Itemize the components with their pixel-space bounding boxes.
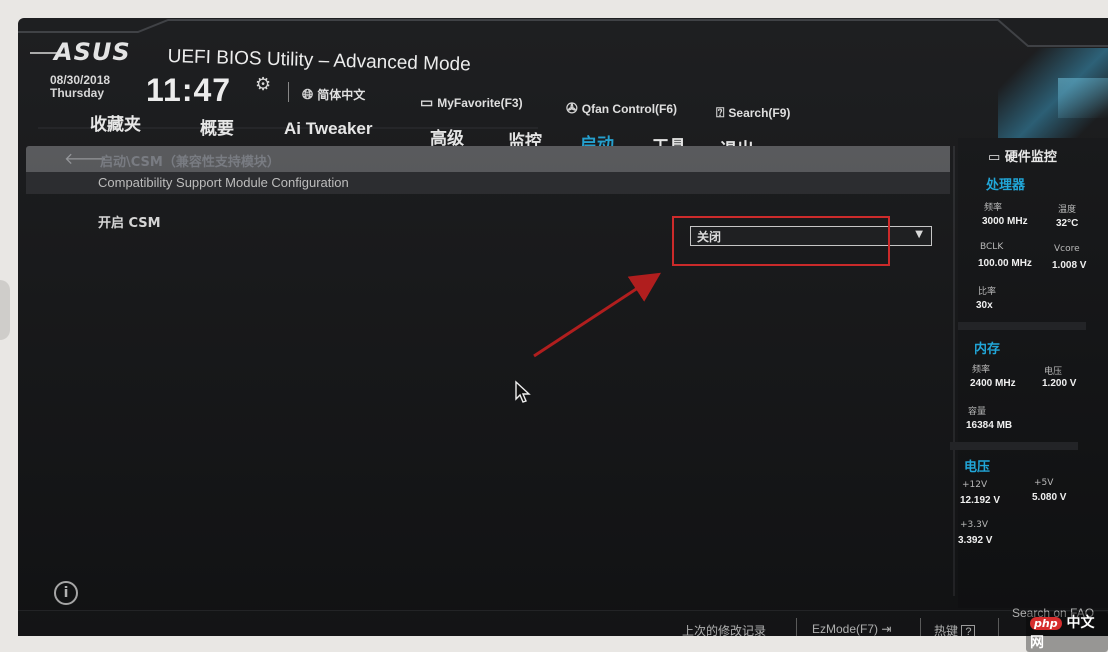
cpu-vcore-value: 1.008 V [1052, 260, 1087, 271]
mem-volt-value: 1.200 V [1042, 378, 1077, 389]
ezmode-button[interactable]: EzMode(F7) ⇥ [812, 622, 891, 636]
mem-cap-value: 16384 MB [966, 420, 1013, 431]
cpu-bclk-value: 100.00 MHz [978, 258, 1032, 269]
monitor-icon: ▭ [988, 150, 1001, 165]
footer-separator [920, 618, 921, 636]
header-glow-highlight [1058, 78, 1108, 118]
footer-separator [998, 618, 999, 636]
day-text: Thursday [50, 86, 105, 100]
hw-section-rule [958, 322, 1086, 330]
cpu-temp-value: 32°C [1056, 218, 1079, 229]
gear-icon[interactable]: ⚙ [255, 74, 271, 95]
chevron-down-icon: ▼ [915, 229, 923, 240]
asus-logo: ASUS [54, 38, 131, 66]
search-button[interactable]: ⍰ Search(F9) [716, 104, 790, 121]
hw-monitor-title-text: 硬件监控 [1004, 150, 1057, 165]
cpu-freq-label: 频率 [984, 203, 1003, 213]
cpu-vcore-label: Vcore [1054, 244, 1080, 254]
annotation-highlight-box [672, 216, 890, 266]
search-icon: ⍰ [716, 104, 725, 120]
hw-cpu-title: 处理器 [986, 178, 1026, 193]
v12-label: +12V [962, 480, 988, 490]
info-icon[interactable]: i [54, 581, 78, 605]
v12-value: 12.192 V [960, 495, 1001, 506]
cpu-freq-value: 3000 MHz [982, 216, 1028, 227]
hw-memory-title: 内存 [974, 342, 1001, 357]
hw-monitor-title: ▭ 硬件监控 [988, 146, 1057, 165]
v33-value: 3.392 V [958, 535, 993, 546]
hotkey-key-box: ? [961, 625, 976, 636]
tab-main[interactable]: 概要 [200, 114, 234, 139]
last-modified-button[interactable]: 上次的修改记录 [682, 622, 766, 636]
mem-freq-label: 频率 [972, 365, 991, 375]
language-button[interactable]: 🌐︎ 简体中文 [302, 86, 365, 103]
language-label: 简体中文 [317, 88, 366, 102]
mem-freq-value: 2400 MHz [970, 378, 1016, 389]
subheading-text: Compatibility Support Module Configurati… [98, 175, 349, 190]
monitor-bezel-edge [0, 280, 10, 340]
watermark-brand: php [1030, 617, 1062, 630]
mem-cap-label: 容量 [968, 407, 987, 417]
globe-icon: 🌐︎ [302, 86, 314, 102]
time-display: 11:47 [146, 72, 232, 108]
exit-icon: ⇥ [881, 622, 892, 636]
my-favorite-button[interactable]: ▭ MyFavorite(F3) [420, 94, 523, 111]
bios-screen: ASUS UEFI BIOS Utility – Advanced Mode 0… [18, 18, 1108, 636]
v33-label: +3.3V [960, 520, 989, 530]
qfan-control-button[interactable]: ✇ Qfan Control(F6) [566, 100, 677, 117]
v5-value: 5.080 V [1032, 492, 1067, 503]
footer-separator [796, 618, 797, 636]
tab-ai-tweaker[interactable]: Ai Tweaker [284, 119, 373, 139]
cpu-ratio-label: 比率 [978, 287, 997, 297]
ezmode-label: EzMode(F7) [812, 622, 879, 636]
search-label: Search(F9) [728, 105, 791, 120]
hotkeys-button[interactable]: 热键 ? [934, 622, 976, 636]
hw-voltage-title: 电压 [964, 460, 991, 475]
header-separator [288, 82, 289, 102]
hotkeys-label: 热键 [934, 624, 959, 636]
hw-section-rule [950, 442, 1078, 450]
fan-icon: ✇ [566, 100, 578, 116]
breadcrumb: 🡐 启动\CSM（兼容性支持模块） [26, 146, 950, 172]
cpu-bclk-label: BCLK [980, 242, 1004, 252]
site-watermark: php 中文网 [1026, 612, 1108, 652]
qfan-label: Qfan Control(F6) [581, 101, 678, 116]
mem-volt-label: 电压 [1044, 367, 1063, 377]
my-favorite-label: MyFavorite(F3) [437, 95, 523, 110]
cpu-ratio-value: 30x [976, 300, 993, 311]
cpu-temp-label: 温度 [1058, 205, 1077, 215]
panel-divider [953, 146, 955, 596]
csm-setting-label: 开启 CSM [98, 216, 161, 231]
section-subheading: Compatibility Support Module Configurati… [26, 172, 950, 194]
date-display: 08/30/2018 Thursday [50, 74, 110, 100]
favorite-icon: ▭ [420, 94, 434, 110]
tab-favorites[interactable]: 收藏夹 [90, 110, 141, 135]
mouse-pointer-icon [515, 380, 531, 403]
v5-label: +5V [1034, 478, 1054, 488]
breadcrumb-text: 启动\CSM（兼容性支持模块） [100, 155, 280, 170]
